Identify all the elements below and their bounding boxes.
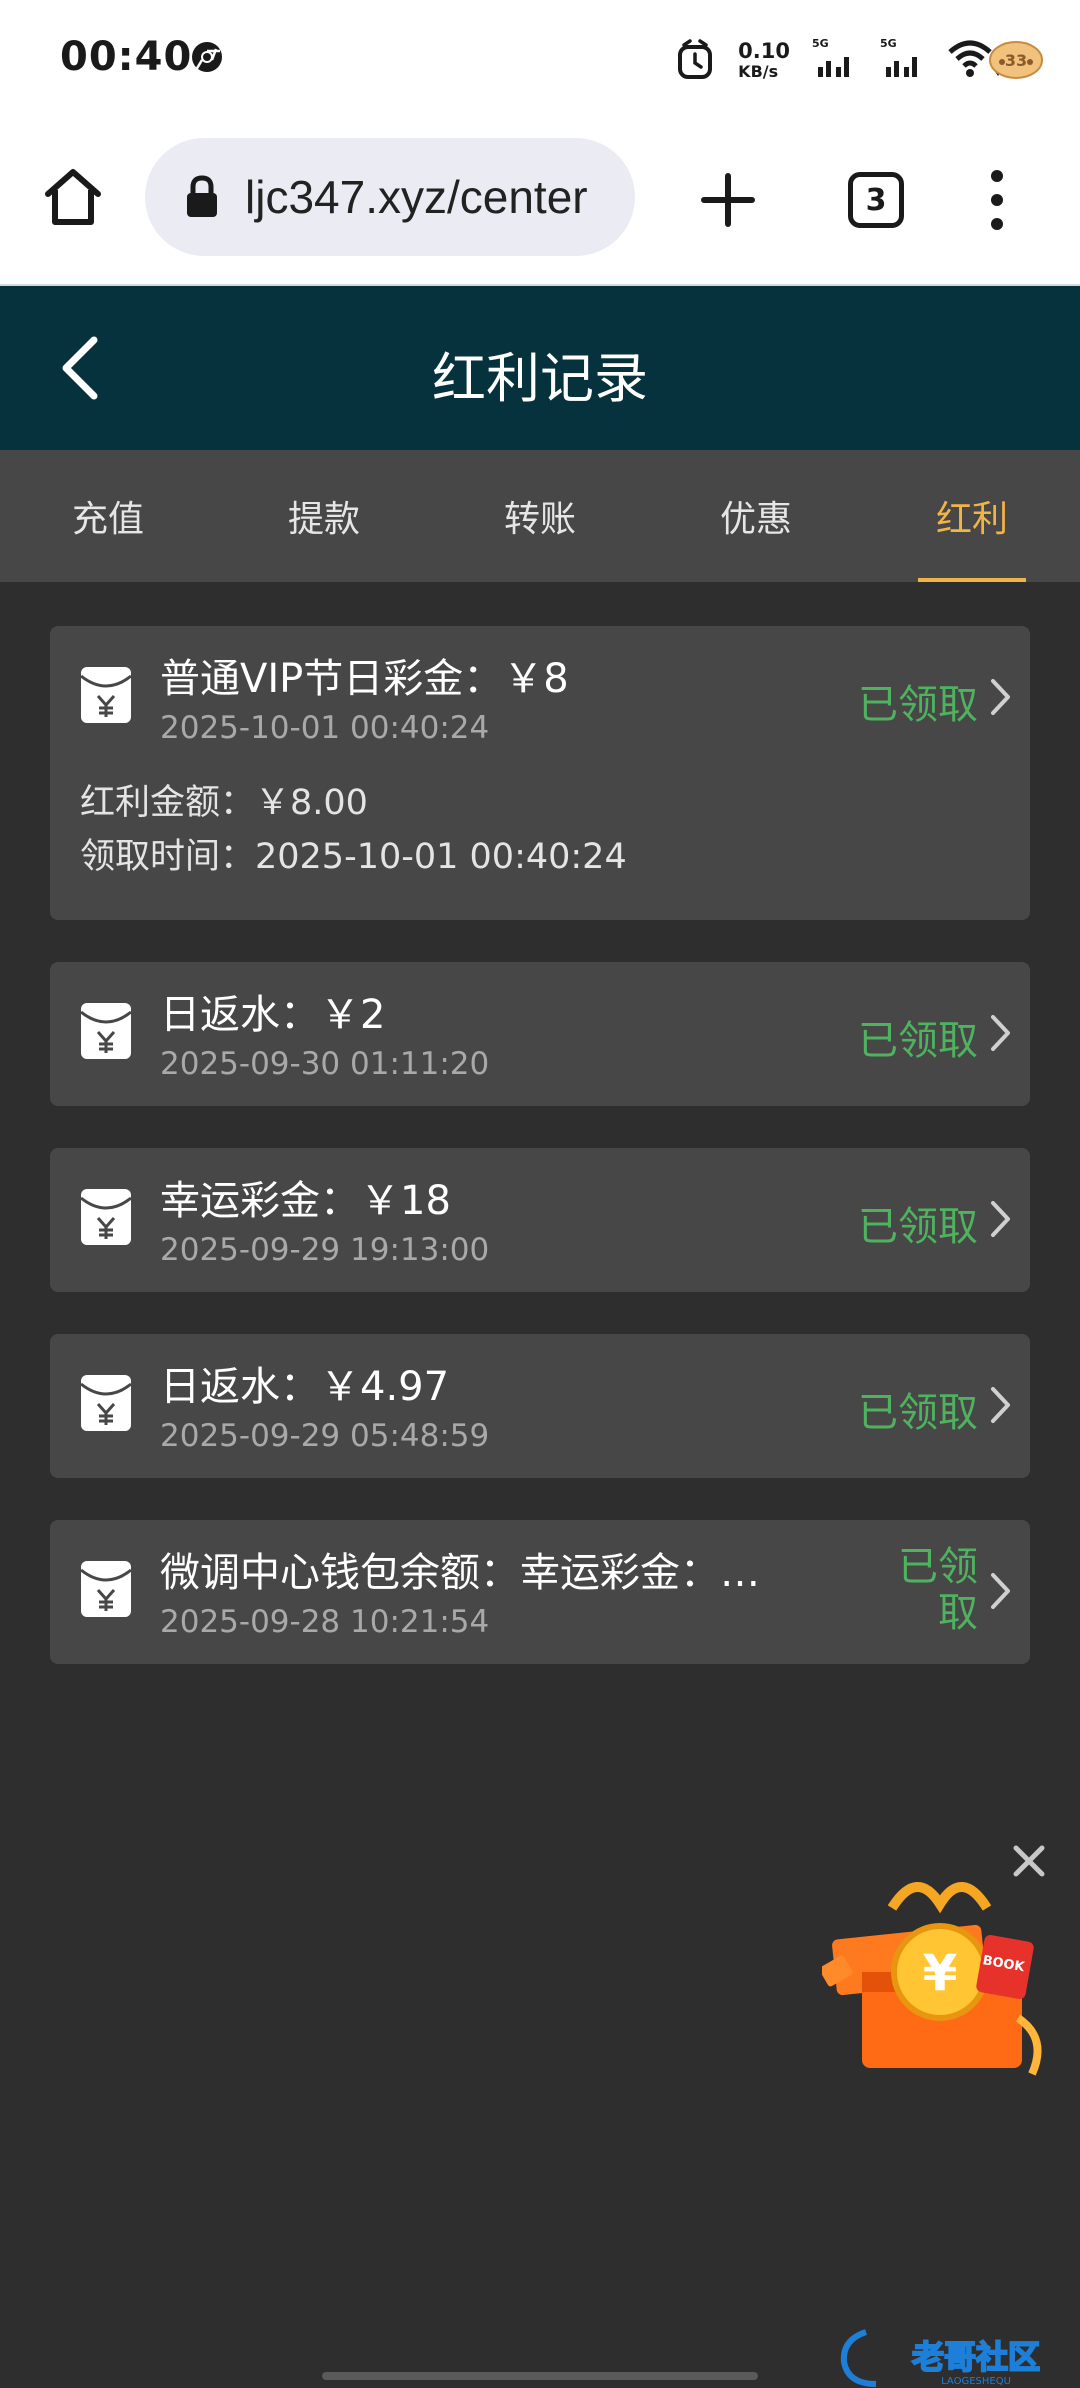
- watermark-subtext: LAOGESHEQU: [941, 2376, 1011, 2387]
- record-type-tabs: 充值 提款 转账 优惠 红利: [0, 450, 1080, 582]
- tab-bonus[interactable]: 红利: [864, 450, 1080, 582]
- record-summary[interactable]: 微调中心钱包余额：幸运彩金：… 2025-09-28 10:21:54 已领取: [50, 1520, 1030, 1664]
- tab-label: 红利: [935, 499, 1008, 540]
- watermark-text: 老哥社区: [912, 2338, 1040, 2376]
- red-envelope-yen-icon: [80, 667, 132, 723]
- bonus-record-card[interactable]: 微调中心钱包余额：幸运彩金：… 2025-09-28 10:21:54 已领取: [50, 1520, 1030, 1664]
- gift-box-promo-icon[interactable]: ¥ BOOK: [822, 1868, 1058, 2088]
- chevron-right-icon: [991, 1201, 1010, 1237]
- record-status: 已领取: [898, 1544, 978, 1636]
- record-title: 日返水：￥4.97: [160, 1364, 450, 1410]
- bonus-record-card[interactable]: 普通VIP节日彩金：￥8 2025-10-01 00:40:24 已领取 红利金…: [50, 626, 1030, 920]
- record-detail: 红利金额：￥8.00 领取时间：2025-10-01 00:40:24: [50, 770, 1030, 920]
- red-envelope-yen-icon: [80, 1189, 132, 1245]
- claim-time: 领取时间：2025-10-01 00:40:24: [80, 837, 627, 877]
- status-bar: 00:40 0.10 KB/s 5G 5G 33: [0, 0, 1080, 118]
- status-time: 00:40: [60, 34, 193, 80]
- record-status: 已领取: [858, 1390, 978, 1436]
- alarm-clock-icon: [678, 39, 713, 79]
- record-date: 2025-09-29 05:48:59: [160, 1418, 490, 1454]
- record-status: 已领取: [858, 682, 978, 728]
- tab-promotion[interactable]: 优惠: [648, 450, 864, 582]
- lock-icon: [187, 175, 217, 217]
- chevron-right-icon: [991, 1573, 1010, 1609]
- tab-withdraw[interactable]: 提款: [216, 450, 432, 582]
- network-speed-value: 0.10: [738, 38, 790, 63]
- chrome-app-icon: [192, 42, 222, 72]
- home-icon[interactable]: [40, 164, 106, 230]
- signal-icon: [818, 57, 849, 77]
- tab-label: 优惠: [719, 499, 792, 540]
- tab-label: 充值: [71, 499, 144, 540]
- url-text: ljc347.xyz/center: [245, 171, 588, 223]
- record-summary[interactable]: 普通VIP节日彩金：￥8 2025-10-01 00:40:24 已领取: [50, 626, 1030, 770]
- record-date: 2025-09-29 19:13:00: [160, 1232, 490, 1268]
- page-title: 红利记录: [432, 347, 648, 410]
- red-envelope-yen-icon: [80, 1375, 132, 1431]
- address-bar[interactable]: ljc347.xyz/center: [145, 138, 635, 256]
- more-menu-icon[interactable]: [982, 168, 1012, 232]
- battery-level: 33: [1005, 51, 1027, 70]
- record-summary[interactable]: 幸运彩金：￥18 2025-09-29 19:13:00 已领取: [50, 1148, 1030, 1292]
- community-watermark-logo: 老哥社区 LAOGESHEQU: [840, 2329, 1041, 2387]
- bonus-record-card[interactable]: 日返水：￥2 2025-09-30 01:11:20 已领取: [50, 962, 1030, 1106]
- sim2-signal: 5G: [880, 37, 926, 83]
- chevron-right-icon: [991, 679, 1010, 715]
- record-summary[interactable]: 日返水：￥4.97 2025-09-29 05:48:59 已领取: [50, 1334, 1030, 1478]
- record-summary[interactable]: 日返水：￥2 2025-09-30 01:11:20 已领取: [50, 962, 1030, 1106]
- network-speed-unit: KB/s: [738, 61, 779, 81]
- record-date: 2025-09-30 01:11:20: [160, 1046, 490, 1082]
- browser-toolbar: ljc347.xyz/center 3: [0, 118, 1080, 286]
- bonus-record-list: 普通VIP节日彩金：￥8 2025-10-01 00:40:24 已领取 红利金…: [50, 626, 1030, 1706]
- tab-switcher-button[interactable]: 3: [848, 172, 904, 228]
- record-status: 已领取: [858, 1204, 978, 1250]
- chevron-right-icon: [991, 1387, 1010, 1423]
- bonus-record-card[interactable]: 幸运彩金：￥18 2025-09-29 19:13:00 已领取: [50, 1148, 1030, 1292]
- tab-count: 3: [865, 182, 887, 218]
- network-speed: 0.10 KB/s: [738, 38, 790, 81]
- tab-label: 提款: [287, 499, 360, 540]
- red-envelope-yen-icon: [80, 1003, 132, 1059]
- tab-recharge[interactable]: 充值: [0, 450, 216, 582]
- bonus-record-card[interactable]: 日返水：￥4.97 2025-09-29 05:48:59 已领取: [50, 1334, 1030, 1478]
- new-tab-icon[interactable]: [700, 172, 756, 228]
- record-title: 普通VIP节日彩金：￥8: [160, 656, 569, 702]
- chevron-right-icon: [991, 1015, 1010, 1051]
- red-envelope-yen-icon: [80, 1561, 132, 1617]
- battery-cat-icon: 33: [989, 41, 1043, 79]
- sim1-signal: 5G: [812, 37, 858, 83]
- tab-label: 转账: [503, 499, 576, 540]
- record-title: 幸运彩金：￥18: [160, 1178, 451, 1224]
- page-header: 红利记录: [0, 286, 1080, 450]
- record-title: 微调中心钱包余额：幸运彩金：…: [160, 1550, 760, 1596]
- bonus-amount: 红利金额：￥8.00: [80, 783, 368, 823]
- record-title: 日返水：￥2: [160, 992, 386, 1038]
- svg-text:¥: ¥: [923, 1944, 958, 2002]
- gesture-bar[interactable]: [322, 2372, 758, 2380]
- status-indicators: 0.10 KB/s 5G 5G: [676, 30, 1002, 90]
- signal-icon: [886, 57, 917, 77]
- record-date: 2025-10-01 00:40:24: [160, 710, 490, 746]
- record-date: 2025-09-28 10:21:54: [160, 1604, 490, 1640]
- record-status: 已领取: [858, 1018, 978, 1064]
- tab-transfer[interactable]: 转账: [432, 450, 648, 582]
